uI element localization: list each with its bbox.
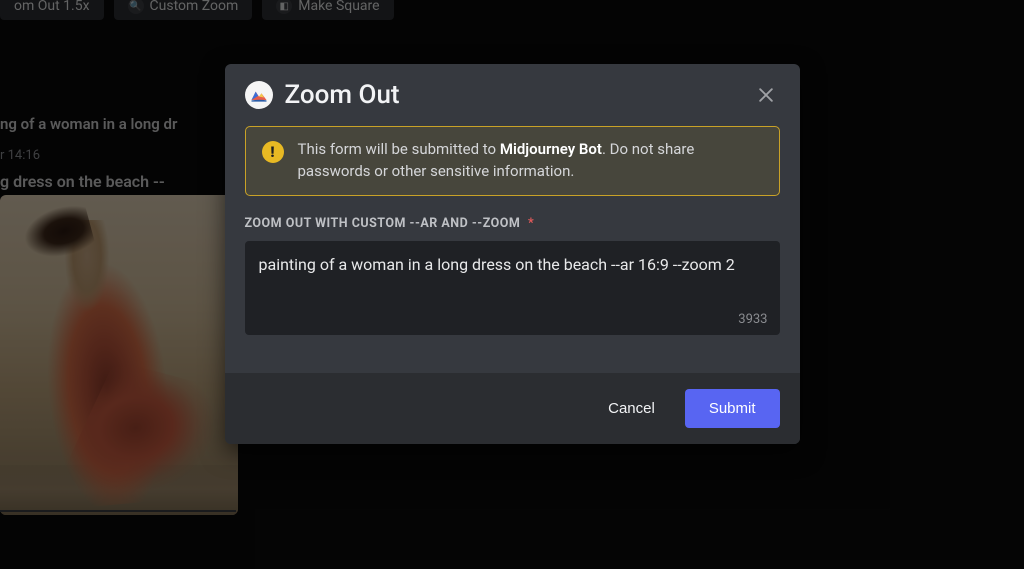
bot-avatar-icon	[245, 81, 273, 109]
required-marker: *	[528, 216, 534, 231]
modal-footer: Cancel Submit	[225, 373, 800, 444]
modal-body: ! This form will be submitted to Midjour…	[225, 114, 800, 343]
cancel-button[interactable]: Cancel	[590, 390, 673, 427]
modal-header: Zoom Out	[225, 64, 800, 114]
modal-overlay: Zoom Out ! This form will be submitted t…	[0, 0, 1024, 569]
warning-banner: ! This form will be submitted to Midjour…	[245, 126, 780, 196]
char-count: 3933	[738, 312, 767, 327]
modal-title-wrap: Zoom Out	[245, 80, 400, 110]
warning-bot-name: Midjourney Bot	[500, 140, 602, 158]
prompt-textarea[interactable]	[259, 253, 766, 301]
close-icon	[756, 85, 776, 105]
warning-text: This form will be submitted to Midjourne…	[298, 139, 763, 183]
textarea-wrap: 3933	[245, 241, 780, 335]
submit-button[interactable]: Submit	[685, 389, 780, 428]
close-button[interactable]	[752, 81, 780, 109]
warning-prefix: This form will be submitted to	[298, 140, 500, 158]
zoom-out-modal: Zoom Out ! This form will be submitted t…	[225, 64, 800, 444]
warning-icon: !	[262, 141, 284, 163]
field-label: ZOOM OUT WITH CUSTOM --AR AND --ZOOM *	[245, 216, 780, 231]
modal-title: Zoom Out	[285, 80, 400, 110]
field-label-text: ZOOM OUT WITH CUSTOM --AR AND --ZOOM	[245, 216, 521, 231]
